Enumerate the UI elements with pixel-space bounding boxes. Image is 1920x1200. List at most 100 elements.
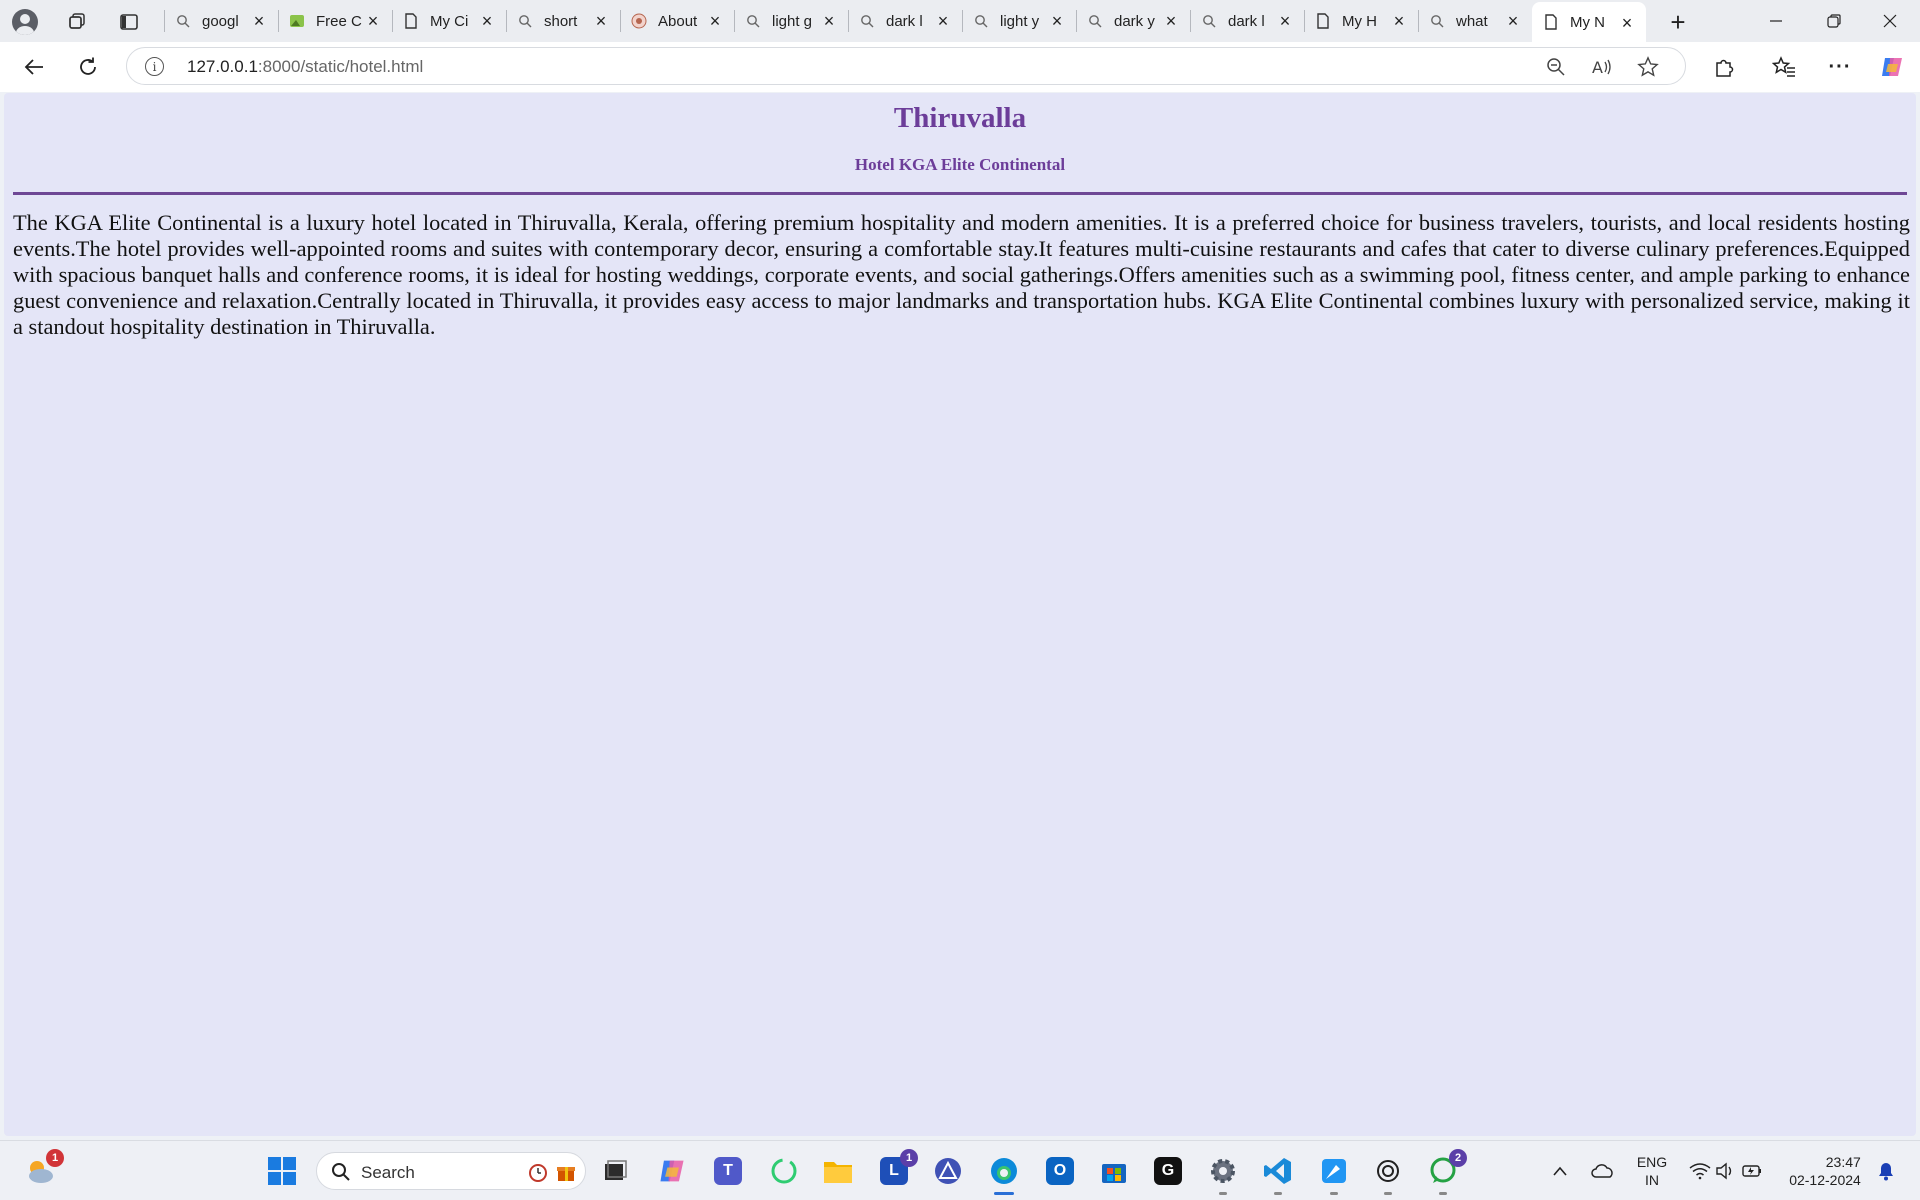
tab[interactable]: what × [1418, 0, 1532, 42]
start-button[interactable] [264, 1153, 300, 1189]
settings-button[interactable] [1205, 1153, 1241, 1195]
tab[interactable]: googl × [164, 0, 278, 42]
store-button[interactable] [1096, 1153, 1132, 1189]
tab-label: short [544, 12, 578, 30]
clock-date: 02-12-2024 [1789, 1172, 1861, 1188]
read-aloud-icon[interactable]: A [1589, 54, 1615, 80]
arc-app-button[interactable] [930, 1153, 966, 1189]
svg-text:A: A [1592, 58, 1603, 77]
search-icon [516, 12, 534, 30]
tab-close-icon[interactable]: × [250, 11, 268, 31]
tab-strip: googl × Free C × My Ci × short × About × light g × d… [0, 0, 1920, 42]
refresh-app-button[interactable] [766, 1153, 802, 1189]
tab-label: My Ci [430, 12, 469, 30]
favorite-star-icon[interactable] [1635, 54, 1661, 80]
refresh-icon [80, 57, 96, 75]
tab-close-icon[interactable]: × [1618, 13, 1636, 33]
more-dots-icon: ··· [1828, 55, 1852, 78]
refresh-button[interactable] [72, 51, 104, 83]
tab-close-icon[interactable]: × [1162, 11, 1180, 31]
copilot-button[interactable] [1876, 51, 1908, 83]
l-app-badge: 1 [900, 1149, 918, 1167]
task-view-button[interactable] [597, 1153, 633, 1189]
quick-settings-button[interactable] [1686, 1141, 1766, 1200]
tab-label: My H [1342, 12, 1377, 30]
clock-time: 23:47 [1825, 1154, 1861, 1170]
tab-close-icon[interactable]: × [1504, 11, 1522, 31]
tab[interactable]: dark y × [1076, 0, 1190, 42]
tab[interactable]: My Ci × [392, 0, 506, 42]
tab-label: About [658, 12, 698, 30]
whatsapp-button[interactable]: 2 [1425, 1149, 1467, 1195]
heading-divider [13, 192, 1907, 195]
vscode-button[interactable] [1260, 1153, 1296, 1195]
tab[interactable]: light g × [734, 0, 848, 42]
workspaces-button[interactable] [62, 7, 92, 37]
paint-button[interactable] [1316, 1153, 1352, 1195]
search-icon [744, 12, 762, 30]
edge-button[interactable] [986, 1153, 1022, 1195]
page-subtitle: Hotel KGA Elite Continental [854, 155, 1066, 174]
tab[interactable]: dark l × [848, 0, 962, 42]
extensions-button[interactable] [1708, 51, 1740, 83]
file-explorer-button[interactable] [820, 1153, 856, 1189]
taskbar-search[interactable]: Search [316, 1152, 586, 1190]
tab[interactable]: light y × [962, 0, 1076, 42]
tab-close-icon[interactable]: × [1390, 11, 1408, 31]
favorites-button[interactable] [1768, 51, 1800, 83]
tab-close-icon[interactable]: × [1276, 11, 1294, 31]
close-window-button[interactable] [1862, 0, 1918, 42]
weather-widget[interactable]: 1 [22, 1149, 64, 1189]
tab-close-icon[interactable]: × [1048, 11, 1066, 31]
running-indicator [1439, 1192, 1447, 1195]
onedrive-button[interactable] [1588, 1141, 1618, 1200]
copilot-taskbar-button[interactable] [654, 1153, 690, 1189]
address-url[interactable]: 127.0.0.1:8000/static/hotel.html [187, 57, 423, 77]
outlook-button[interactable]: O [1042, 1153, 1078, 1189]
store-icon [1102, 1164, 1126, 1183]
tab-active[interactable]: My N × [1532, 2, 1646, 42]
tab[interactable]: My H × [1304, 0, 1418, 42]
tab-close-icon[interactable]: × [934, 11, 952, 31]
tab-close-icon[interactable]: × [478, 11, 496, 31]
back-button[interactable] [18, 51, 50, 83]
github-button[interactable]: G [1150, 1153, 1186, 1189]
l-app-button[interactable]: L 1 [876, 1149, 918, 1189]
tab[interactable]: dark l × [1190, 0, 1304, 42]
tab[interactable]: About × [620, 0, 734, 42]
new-tab-button[interactable]: + [1662, 6, 1694, 38]
tab-close-icon[interactable]: × [820, 11, 838, 31]
battery-charging-icon [1742, 1165, 1761, 1177]
site-info-icon[interactable]: i [145, 57, 164, 76]
circular-arrow-icon [771, 1158, 797, 1184]
search-icon [332, 1163, 350, 1181]
browser-toolbar: i 127.0.0.1:8000/static/hotel.html A ··· [0, 42, 1920, 92]
tab-close-icon[interactable]: × [706, 11, 724, 31]
language-indicator[interactable]: ENG IN [1630, 1141, 1674, 1200]
chatgpt-button[interactable] [1370, 1153, 1406, 1195]
settings-more-button[interactable]: ··· [1824, 51, 1856, 83]
workspaces-icon [69, 13, 85, 29]
zoom-out-icon[interactable] [1543, 54, 1569, 80]
tab[interactable]: short × [506, 0, 620, 42]
tab-close-icon[interactable]: × [592, 11, 610, 31]
minimize-button[interactable] [1748, 0, 1804, 42]
region-code: IN [1645, 1172, 1659, 1188]
search-icon [858, 12, 876, 30]
teams-button[interactable]: T [710, 1153, 746, 1189]
clock[interactable]: 23:47 02-12-2024 [1780, 1141, 1870, 1200]
close-icon [1883, 14, 1897, 28]
url-host: 127.0.0.1 [187, 57, 258, 76]
tab-close-icon[interactable]: × [364, 11, 382, 31]
show-hidden-icons-button[interactable] [1548, 1141, 1572, 1200]
search-label: Search [361, 1163, 415, 1182]
profile-button[interactable] [10, 7, 40, 37]
notifications-button[interactable] [1874, 1141, 1898, 1200]
outlook-icon: O [1046, 1157, 1074, 1185]
image-icon [288, 12, 306, 30]
tab[interactable]: Free C × [278, 0, 392, 42]
vertical-tabs-button[interactable] [114, 7, 144, 37]
back-arrow-icon [24, 59, 43, 75]
address-bar[interactable]: i 127.0.0.1:8000/static/hotel.html A [126, 47, 1686, 85]
restore-button[interactable] [1806, 0, 1862, 42]
